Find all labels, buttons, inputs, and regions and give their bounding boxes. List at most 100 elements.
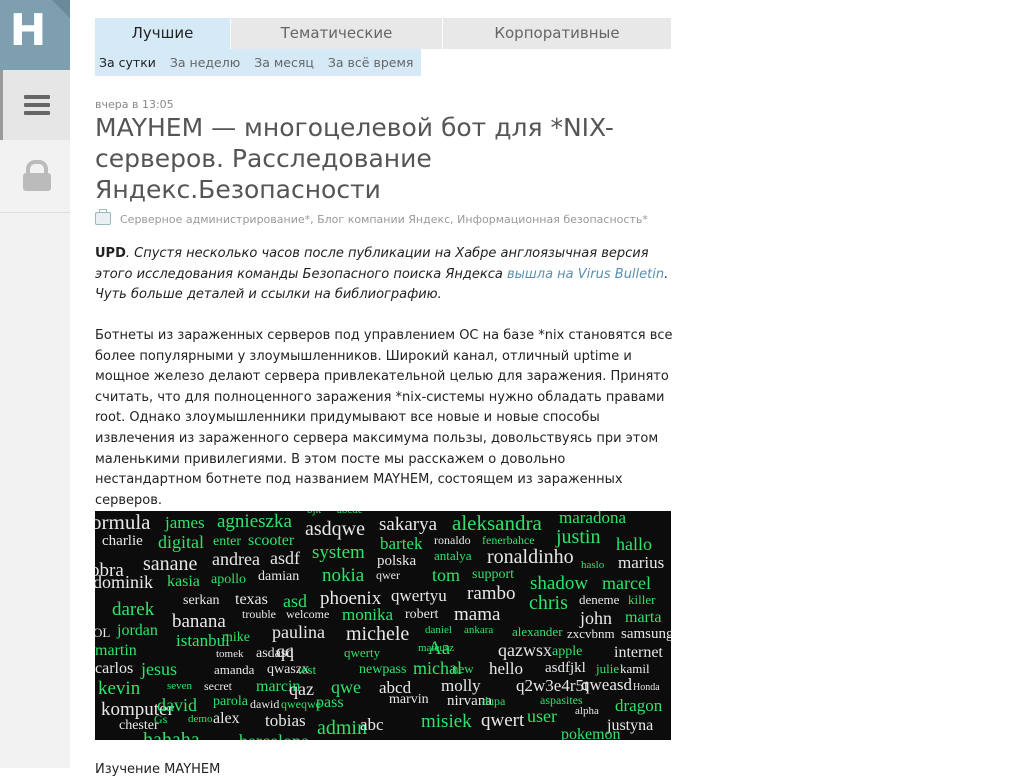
cloud-word: ankara (464, 624, 494, 636)
hamburger-menu-icon-line (24, 103, 50, 107)
cloud-word: bjk (307, 511, 321, 516)
tab-corporate[interactable]: Корпоративные (442, 18, 671, 49)
cloud-word: q2w3e4r5t (516, 676, 589, 695)
cloud-word: kasia (167, 573, 200, 590)
cloud-word: monika (342, 605, 393, 624)
cloud-word: samsung (621, 626, 671, 642)
cloud-word: killer (628, 592, 656, 607)
cloud-word: marta (625, 609, 662, 626)
cloud-word: darek (112, 599, 155, 620)
cloud-word: parola (213, 694, 248, 709)
cloud-word: abcde (337, 511, 363, 516)
cloud-word: marvin (389, 692, 429, 707)
post-paragraph: Ботнеты из зараженных серверов под управ… (95, 328, 673, 508)
cloud-word: martin (95, 642, 137, 659)
cloud-word: Honda (633, 682, 660, 693)
cloud-word: new (452, 661, 474, 676)
cloud-word: paulina (272, 622, 325, 642)
cloud-word: julie (596, 661, 620, 676)
period-week[interactable]: За неделю (170, 49, 240, 76)
cloud-word: qwertyu (391, 586, 447, 605)
tab-best[interactable]: Лучшие (95, 18, 230, 49)
cloud-word: rambo (467, 583, 516, 604)
cloud-word: pokemon (561, 726, 621, 741)
cloud-word: antalya (434, 548, 472, 563)
cloud-word: dominik (95, 572, 154, 592)
cloud-word: qq (276, 641, 294, 661)
cloud-word: charlie (102, 533, 143, 549)
period-tabs: За сутки За неделю За месяц За всё время (95, 49, 422, 76)
cloud-word: dawid (250, 697, 280, 711)
cloud-word: maradona (559, 511, 627, 527)
cloud-word: qwer (376, 568, 400, 582)
cloud-word: deneme (579, 592, 620, 607)
cloud-word: scooter (248, 532, 295, 549)
cloud-word: digital (158, 532, 204, 552)
cloud-word: alex (213, 710, 240, 727)
cloud-word: barcelona (239, 732, 309, 740)
menu-button[interactable] (0, 70, 70, 140)
virus-bulletin-link[interactable]: вышла на Virus Bulletin (507, 267, 664, 282)
cloud-word: robert (405, 607, 439, 622)
cloud-word: mike (222, 630, 250, 645)
cloud-word: support (472, 567, 514, 582)
hamburger-menu-icon (24, 95, 50, 99)
post-title[interactable]: MAYHEM — многоцелевой бот для *NIX-серве… (95, 112, 655, 205)
cloud-word: test (298, 662, 317, 677)
cloud-word: apple (552, 644, 583, 659)
cloud-word: tom (432, 565, 461, 585)
cloud-word: abc (360, 715, 384, 734)
cloud-word: qazwsx (498, 640, 552, 660)
cloud-word: marius (618, 553, 665, 572)
cloud-word: nokia (322, 565, 365, 586)
lock-icon-body (23, 173, 51, 191)
post-paragraph-2: Изучение MAYHEM (95, 762, 221, 777)
cloud-word: polska (377, 553, 417, 569)
period-day[interactable]: За сутки (99, 49, 156, 76)
briefcase-icon (95, 209, 111, 225)
cloud-word: misiek (421, 711, 472, 732)
cloud-word: ormula (95, 511, 151, 534)
upd-label: UPD (95, 246, 126, 261)
update-note: UPD. Спустя несколько часов после публик… (95, 244, 675, 306)
cloud-word: jesus (141, 659, 177, 679)
cloud-word: tobias (265, 711, 306, 730)
cloud-word: serkan (183, 593, 220, 608)
cloud-word: qwerty (344, 645, 381, 660)
cloud-word: damian (258, 569, 300, 584)
cloud-word: amanda (214, 662, 255, 677)
cloud-word: chris (529, 592, 568, 614)
cloud-word: james (165, 513, 205, 532)
cloud-word: Aa (428, 638, 451, 659)
cloud-word: hello (489, 659, 523, 678)
cloud-word: sanane (143, 553, 198, 575)
cloud-word: bartek (380, 534, 423, 553)
cloud-word: asdf (270, 548, 300, 568)
logo-letter: H (9, 5, 47, 56)
cloud-word: qwert (481, 710, 525, 731)
period-all-time[interactable]: За всё время (328, 49, 414, 76)
site-logo[interactable]: H (0, 0, 70, 70)
cloud-word: molly (441, 676, 481, 695)
cloud-word: mama (454, 604, 501, 625)
cloud-word: haslo (581, 559, 605, 571)
cloud-word: zxcvbnm (567, 626, 615, 641)
cloud-word: carlos (95, 660, 134, 677)
cloud-word: andrea (212, 549, 260, 569)
cloud-word: internet (614, 644, 663, 661)
hamburger-menu-icon-line (24, 111, 50, 115)
cloud-word: enter (213, 534, 241, 549)
cloud-word: qaz (289, 679, 314, 699)
period-month[interactable]: За месяц (254, 49, 314, 76)
cloud-word: kamil (620, 661, 650, 676)
cloud-word: alpha (575, 705, 599, 717)
cloud-word: asdqwe (305, 518, 365, 540)
cloud-word: justin (556, 526, 601, 548)
tab-thematic[interactable]: Тематические (230, 18, 442, 49)
cloud-word: fenerbahce (482, 533, 535, 547)
hubs-list[interactable]: Серверное администрирование*, Блог компа… (120, 213, 648, 226)
cloud-word: dupa (482, 694, 506, 708)
cloud-word: tomek (216, 648, 244, 660)
cloud-word: trouble (242, 607, 276, 621)
cloud-word: shadow (530, 573, 589, 594)
